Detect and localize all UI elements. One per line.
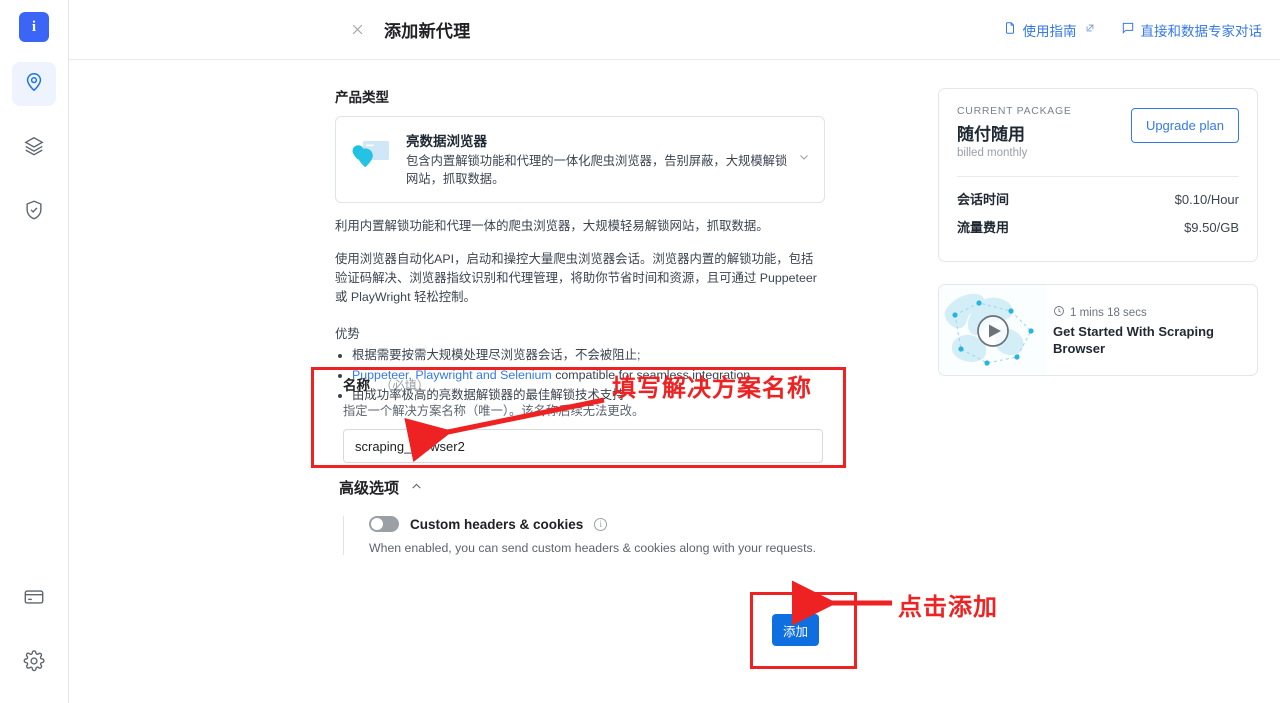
advanced-options-header[interactable]: 高级选项 <box>339 477 839 498</box>
brand-logo-text: i <box>31 18 37 35</box>
add-proxy-page: i 添加新代理 使用指南 直接和数据专家对话 产品类型 亮数据浏览器 包含内置解… <box>0 0 1280 703</box>
sidebar-item-billing[interactable] <box>12 577 56 621</box>
video-title: Get Started With Scraping Browser <box>1053 324 1214 356</box>
shield-check-icon <box>23 199 45 226</box>
layers-icon <box>23 135 45 162</box>
sidebar-item-settings[interactable] <box>12 641 56 685</box>
pricing-key: 流量费用 <box>957 220 1010 235</box>
name-required-hint: （必填） <box>380 379 430 393</box>
pricing-row: 会话时间 $0.10/Hour <box>957 189 1239 208</box>
current-package-panel: CURRENT PACKAGE 随付随用 billed monthly Upgr… <box>938 88 1258 262</box>
product-card-title: 亮数据浏览器 <box>406 134 487 149</box>
chevron-up-icon[interactable] <box>410 480 423 496</box>
product-paragraph-1: 利用内置解锁功能和代理一体的爬虫浏览器，大规模轻易解锁网站，抓取数据。 <box>335 218 769 233</box>
custom-headers-label: Custom headers & cookies <box>410 516 584 532</box>
video-duration-label: 1 mins 18 secs <box>1070 306 1147 319</box>
right-sidebar: CURRENT PACKAGE 随付随用 billed monthly Upgr… <box>938 88 1258 376</box>
sidebar-item-datasets[interactable] <box>12 126 56 170</box>
chat-bubble-icon <box>1121 21 1135 38</box>
custom-headers-toggle[interactable] <box>369 516 399 532</box>
pricing-value: $0.10/Hour <box>1174 192 1239 207</box>
toggle-knob <box>371 518 383 530</box>
product-paragraph-2: 使用浏览器自动化API，启动和操控大量爬虫浏览器会话。浏览器内置的解锁功能，包括… <box>335 251 817 305</box>
product-card-description: 包含内置解锁功能和代理的一体化爬虫浏览器，告别屏蔽，大规模解锁网站，抓取数据。 <box>406 154 788 186</box>
advanced-options-body: Custom headers & cookies i When enabled,… <box>343 516 839 555</box>
solution-name-input[interactable] <box>343 429 823 463</box>
left-nav-rail: i <box>0 0 69 703</box>
external-link-icon <box>1085 23 1095 36</box>
page-title: 添加新代理 <box>384 22 471 41</box>
annotation-fill-solution-name: 填写解决方案名称 <box>612 375 812 402</box>
talk-to-expert-link[interactable]: 直接和数据专家对话 <box>1121 20 1263 40</box>
list-item: 根据需要按需大规模处理尽浏览器会话，不会被阻止; <box>352 345 825 365</box>
annotation-click-add: 点击添加 <box>898 594 998 621</box>
custom-headers-description: When enabled, you can send custom header… <box>369 541 817 555</box>
video-meta: 1 mins 18 secs Get Started With Scraping… <box>1047 285 1257 375</box>
header-links: 使用指南 直接和数据专家对话 <box>1003 20 1263 40</box>
package-eyebrow: CURRENT PACKAGE <box>957 105 1072 117</box>
advanced-options-section: 高级选项 Custom headers & cookies i When ena… <box>339 477 839 555</box>
location-pin-icon <box>23 71 45 98</box>
video-duration: 1 mins 18 secs <box>1053 305 1245 320</box>
pricing-key: 会话时间 <box>957 192 1010 207</box>
advanced-options-title: 高级选项 <box>339 480 400 497</box>
custom-headers-toggle-row: Custom headers & cookies i <box>369 516 839 532</box>
tutorial-video-card[interactable]: 1 mins 18 secs Get Started With Scraping… <box>938 284 1258 376</box>
upgrade-plan-button[interactable]: Upgrade plan <box>1130 108 1239 143</box>
product-type-label: 产品类型 <box>335 90 389 105</box>
credit-card-icon <box>23 586 45 613</box>
close-icon[interactable] <box>344 17 370 43</box>
package-header: CURRENT PACKAGE 随付随用 billed monthly Upgr… <box>957 105 1239 159</box>
panel-divider <box>957 176 1239 177</box>
talk-to-expert-label: 直接和数据专家对话 <box>1140 23 1263 39</box>
video-thumbnail <box>939 285 1047 375</box>
product-type-card[interactable]: 亮数据浏览器 包含内置解锁功能和代理的一体化爬虫浏览器，告别屏蔽，大规模解锁网站… <box>335 116 825 203</box>
pricing-row: 流量费用 $9.50/GB <box>957 217 1239 236</box>
annotation-arrow-to-add-button <box>792 580 892 626</box>
package-name: 随付随用 <box>957 125 1025 144</box>
package-info: CURRENT PACKAGE 随付随用 billed monthly <box>957 105 1131 159</box>
gear-icon <box>23 649 45 677</box>
name-label: 名称 <box>343 378 370 393</box>
page-header: 添加新代理 使用指南 直接和数据专家对话 <box>69 0 1280 60</box>
sidebar-item-proxy-infrastructure[interactable] <box>12 62 56 106</box>
add-button[interactable]: 添加 <box>772 614 819 646</box>
chevron-down-icon[interactable] <box>798 151 810 166</box>
usage-guide-label: 使用指南 <box>1022 23 1077 39</box>
sidebar-item-security[interactable] <box>12 190 56 234</box>
document-icon <box>1003 21 1017 38</box>
pricing-value: $9.50/GB <box>1184 220 1239 235</box>
clock-icon <box>1053 305 1065 320</box>
info-icon[interactable]: i <box>594 517 608 531</box>
name-help-text: 指定一个解决方案名称（唯一）。该名称后续无法更改。 <box>343 404 645 418</box>
main-form-column: 产品类型 亮数据浏览器 包含内置解锁功能和代理的一体化爬虫浏览器，告别屏蔽，大规… <box>335 86 825 405</box>
package-billing-cycle: billed monthly <box>957 147 1028 159</box>
brand-logo[interactable]: i <box>19 12 49 42</box>
advantages-label: 优势 <box>335 326 360 341</box>
scraping-browser-icon <box>352 135 392 175</box>
product-card-text: 亮数据浏览器 包含内置解锁功能和代理的一体化爬虫浏览器，告别屏蔽，大规模解锁网站… <box>406 130 810 189</box>
usage-guide-link[interactable]: 使用指南 <box>1003 20 1095 40</box>
